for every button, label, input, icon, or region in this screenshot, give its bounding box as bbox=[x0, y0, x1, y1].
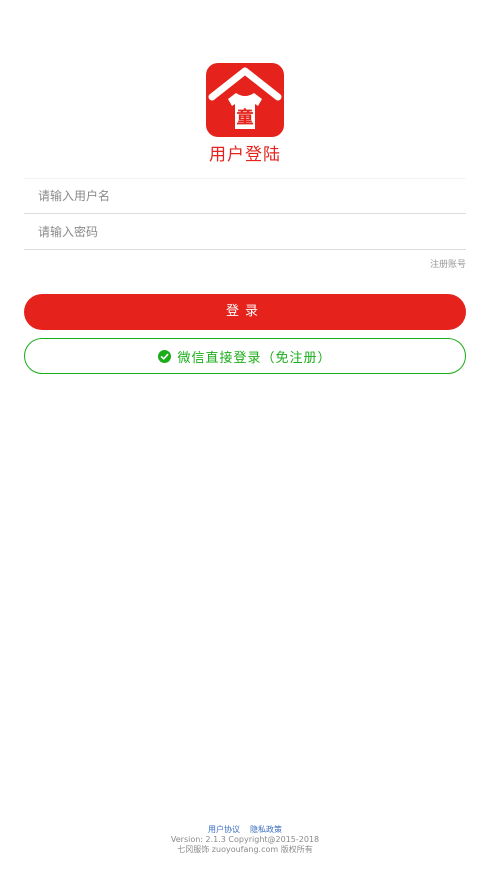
house-shirt-logo-icon: 童 bbox=[206, 63, 284, 137]
copyright-text: 七冈服饰 zuoyoufang.com 版权所有 bbox=[177, 845, 313, 854]
wechat-login-button[interactable]: 微信直接登录（免注册） bbox=[24, 338, 466, 374]
app-logo: 童 bbox=[206, 63, 284, 137]
password-input[interactable] bbox=[24, 214, 466, 249]
version-text: Version: 2.1.3 Copyright@2015-2018 bbox=[170, 835, 320, 844]
user-agreement-link[interactable]: 用户协议 bbox=[208, 825, 240, 834]
page-title: 用户登陆 bbox=[209, 145, 281, 165]
username-input[interactable] bbox=[24, 178, 466, 213]
login-button[interactable]: 登录 bbox=[24, 294, 466, 330]
footer: 用户协议 隐私政策 Version: 2.1.3 Copyright@2015-2… bbox=[0, 825, 490, 855]
logo-char: 童 bbox=[237, 107, 254, 128]
register-link[interactable]: 注册账号 bbox=[430, 257, 466, 270]
wechat-login-label: 微信直接登录（免注册） bbox=[177, 350, 332, 366]
footer-links: 用户协议 隐私政策 bbox=[0, 825, 490, 835]
username-field bbox=[24, 178, 466, 214]
wechat-check-icon bbox=[158, 349, 172, 363]
privacy-policy-link[interactable]: 隐私政策 bbox=[250, 825, 282, 834]
password-field bbox=[24, 214, 466, 250]
